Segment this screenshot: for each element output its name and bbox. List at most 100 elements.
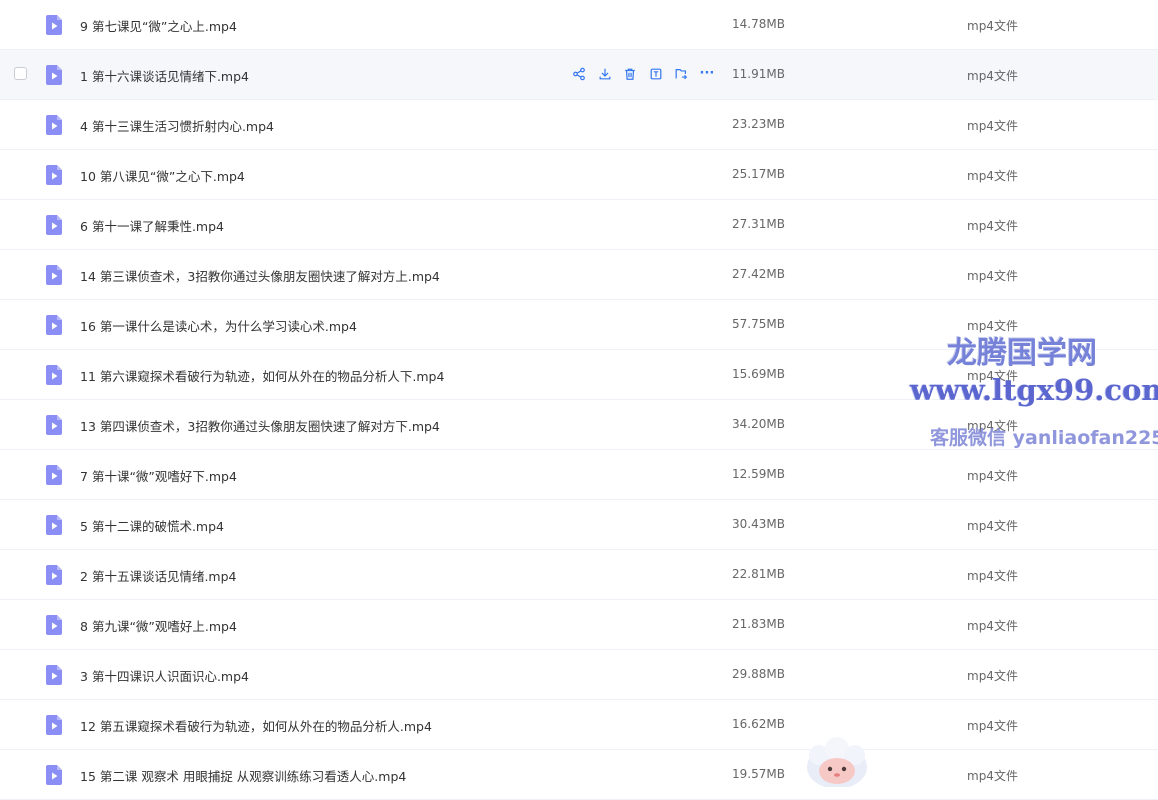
video-file-icon <box>44 364 64 386</box>
file-title: 第十六课谈话见情绪下.mp4 <box>91 69 249 84</box>
file-index: 7 <box>80 469 88 484</box>
file-size: 22.81MB <box>732 567 785 581</box>
file-title: 第二课 观察术 用眼捕捉 从观察训练练习看透人心.mp4 <box>99 769 407 784</box>
file-index: 12 <box>80 719 96 734</box>
file-title: 第十三课生活习惯折射内心.mp4 <box>91 119 274 134</box>
file-row[interactable]: 4 第十三课生活习惯折射内心.mp4 23.23MB mp4文件 <box>0 100 1158 150</box>
file-size: 29.88MB <box>732 667 785 681</box>
row-actions: ··· <box>571 66 725 82</box>
file-size: 27.31MB <box>732 217 785 231</box>
video-file-icon <box>44 464 64 486</box>
download-icon[interactable] <box>597 66 613 82</box>
file-row[interactable]: 14 第三课侦查术，3招教你通过头像朋友圈快速了解对方上.mp4 27.42MB m… <box>0 250 1158 300</box>
file-type: mp4文件 <box>967 69 1018 83</box>
file-size: 12.59MB <box>732 467 785 481</box>
file-name[interactable]: 8 第九课“微”观嗜好上.mp4 <box>80 616 237 635</box>
file-name[interactable]: 13 第四课侦查术，3招教你通过头像朋友圈快速了解对方下.mp4 <box>80 416 440 435</box>
file-row[interactable]: 10 第八课见“微”之心下.mp4 25.17MB mp4文件 <box>0 150 1158 200</box>
file-size: 34.20MB <box>732 417 785 431</box>
file-name[interactable]: 11 第六课窥探术看破行为轨迹，如何从外在的物品分析人下.mp4 <box>80 366 444 385</box>
video-file-icon <box>44 264 64 286</box>
more-icon[interactable]: ··· <box>699 66 715 82</box>
file-type: mp4文件 <box>967 269 1018 283</box>
file-size: 14.78MB <box>732 17 785 31</box>
file-size: 30.43MB <box>732 517 785 531</box>
file-type: mp4文件 <box>967 719 1018 733</box>
file-title: 第三课侦查术，3招教你通过头像朋友圈快速了解对方上.mp4 <box>99 269 440 284</box>
file-name[interactable]: 10 第八课见“微”之心下.mp4 <box>80 166 245 185</box>
file-index: 15 <box>80 769 96 784</box>
file-type: mp4文件 <box>967 669 1018 683</box>
file-title: 第四课侦查术，3招教你通过头像朋友圈快速了解对方下.mp4 <box>99 419 440 434</box>
file-size: 16.62MB <box>732 717 785 731</box>
file-name[interactable]: 1 第十六课谈话见情绪下.mp4 <box>80 66 249 85</box>
video-file-icon <box>44 614 64 636</box>
file-index: 5 <box>80 519 88 534</box>
file-title: 第九课“微”观嗜好上.mp4 <box>91 619 237 634</box>
file-name[interactable]: 3 第十四课识人识面识心.mp4 <box>80 666 249 685</box>
video-file-icon <box>44 214 64 236</box>
video-file-icon <box>44 764 64 786</box>
file-size: 21.83MB <box>732 617 785 631</box>
rename-icon[interactable] <box>648 66 664 82</box>
file-name[interactable]: 4 第十三课生活习惯折射内心.mp4 <box>80 116 274 135</box>
video-file-icon <box>44 114 64 136</box>
file-name[interactable]: 15 第二课 观察术 用眼捕捉 从观察训练练习看透人心.mp4 <box>80 766 406 785</box>
file-row[interactable]: 12 第五课窥探术看破行为轨迹，如何从外在的物品分析人.mp4 16.62MB mp… <box>0 700 1158 750</box>
assistant-mascot-icon[interactable] <box>803 737 871 787</box>
video-file-icon <box>44 664 64 686</box>
file-title: 第十四课识人识面识心.mp4 <box>91 669 249 684</box>
file-type: mp4文件 <box>967 169 1018 183</box>
file-name[interactable]: 5 第十二课的破慌术.mp4 <box>80 516 224 535</box>
file-name[interactable]: 14 第三课侦查术，3招教你通过头像朋友圈快速了解对方上.mp4 <box>80 266 440 285</box>
file-size: 25.17MB <box>732 167 785 181</box>
file-title: 第八课见“微”之心下.mp4 <box>99 169 245 184</box>
video-file-icon <box>44 514 64 536</box>
file-title: 第十五课谈话见情绪.mp4 <box>91 569 237 584</box>
row-checkbox[interactable] <box>14 67 27 80</box>
file-size: 23.23MB <box>732 117 785 131</box>
file-index: 6 <box>80 219 88 234</box>
file-index: 3 <box>80 669 88 684</box>
file-row[interactable]: 2 第十五课谈话见情绪.mp4 22.81MB mp4文件 <box>0 550 1158 600</box>
watermark-title: 龙腾国学网 <box>947 336 1097 371</box>
file-index: 8 <box>80 619 88 634</box>
file-title: 第六课窥探术看破行为轨迹，如何从外在的物品分析人下.mp4 <box>99 369 445 384</box>
file-title: 第七课见“微”之心上.mp4 <box>91 19 237 34</box>
video-file-icon <box>44 564 64 586</box>
file-row[interactable]: 5 第十二课的破慌术.mp4 30.43MB mp4文件 <box>0 500 1158 550</box>
delete-icon[interactable] <box>622 66 638 82</box>
watermark-url: www.ltgx99.com <box>910 373 1158 407</box>
video-file-icon <box>44 64 64 86</box>
file-size: 15.69MB <box>732 367 785 381</box>
file-name[interactable]: 7 第十课“微”观嗜好下.mp4 <box>80 466 237 485</box>
file-row[interactable]: 7 第十课“微”观嗜好下.mp4 12.59MB mp4文件 <box>0 450 1158 500</box>
file-type: mp4文件 <box>967 469 1018 483</box>
file-name[interactable]: 2 第十五课谈话见情绪.mp4 <box>80 566 236 585</box>
file-size: 57.75MB <box>732 317 785 331</box>
file-index: 9 <box>80 19 88 34</box>
file-name[interactable]: 16 第一课什么是读心术，为什么学习读心术.mp4 <box>80 316 357 335</box>
file-row[interactable]: 15 第二课 观察术 用眼捕捉 从观察训练练习看透人心.mp4 19.57MB mp… <box>0 750 1158 800</box>
file-row[interactable]: 8 第九课“微”观嗜好上.mp4 21.83MB mp4文件 <box>0 600 1158 650</box>
file-size: 11.91MB <box>732 67 785 81</box>
file-size: 27.42MB <box>732 267 785 281</box>
file-index: 1 <box>80 69 88 84</box>
share-icon[interactable] <box>571 66 587 82</box>
file-title: 第十二课的破慌术.mp4 <box>91 519 224 534</box>
file-type: mp4文件 <box>967 19 1018 33</box>
file-index: 16 <box>80 319 96 334</box>
file-name[interactable]: 9 第七课见“微”之心上.mp4 <box>80 16 237 35</box>
file-row[interactable]: 9 第七课见“微”之心上.mp4 14.78MB mp4文件 <box>0 0 1158 50</box>
file-row[interactable]: 1 第十六课谈话见情绪下.mp4 ··· 11.91MB mp4文件 <box>0 50 1158 100</box>
watermark-contact: 客服微信 yanliaofan225 <box>930 427 1158 449</box>
file-row[interactable]: 6 第十一课了解秉性.mp4 27.31MB mp4文件 <box>0 200 1158 250</box>
file-name[interactable]: 12 第五课窥探术看破行为轨迹，如何从外在的物品分析人.mp4 <box>80 716 432 735</box>
file-row[interactable]: 3 第十四课识人识面识心.mp4 29.88MB mp4文件 <box>0 650 1158 700</box>
file-type: mp4文件 <box>967 619 1018 633</box>
file-type: mp4文件 <box>967 569 1018 583</box>
file-type: mp4文件 <box>967 519 1018 533</box>
move-icon[interactable] <box>673 66 689 82</box>
file-name[interactable]: 6 第十一课了解秉性.mp4 <box>80 216 224 235</box>
file-type: mp4文件 <box>967 219 1018 233</box>
